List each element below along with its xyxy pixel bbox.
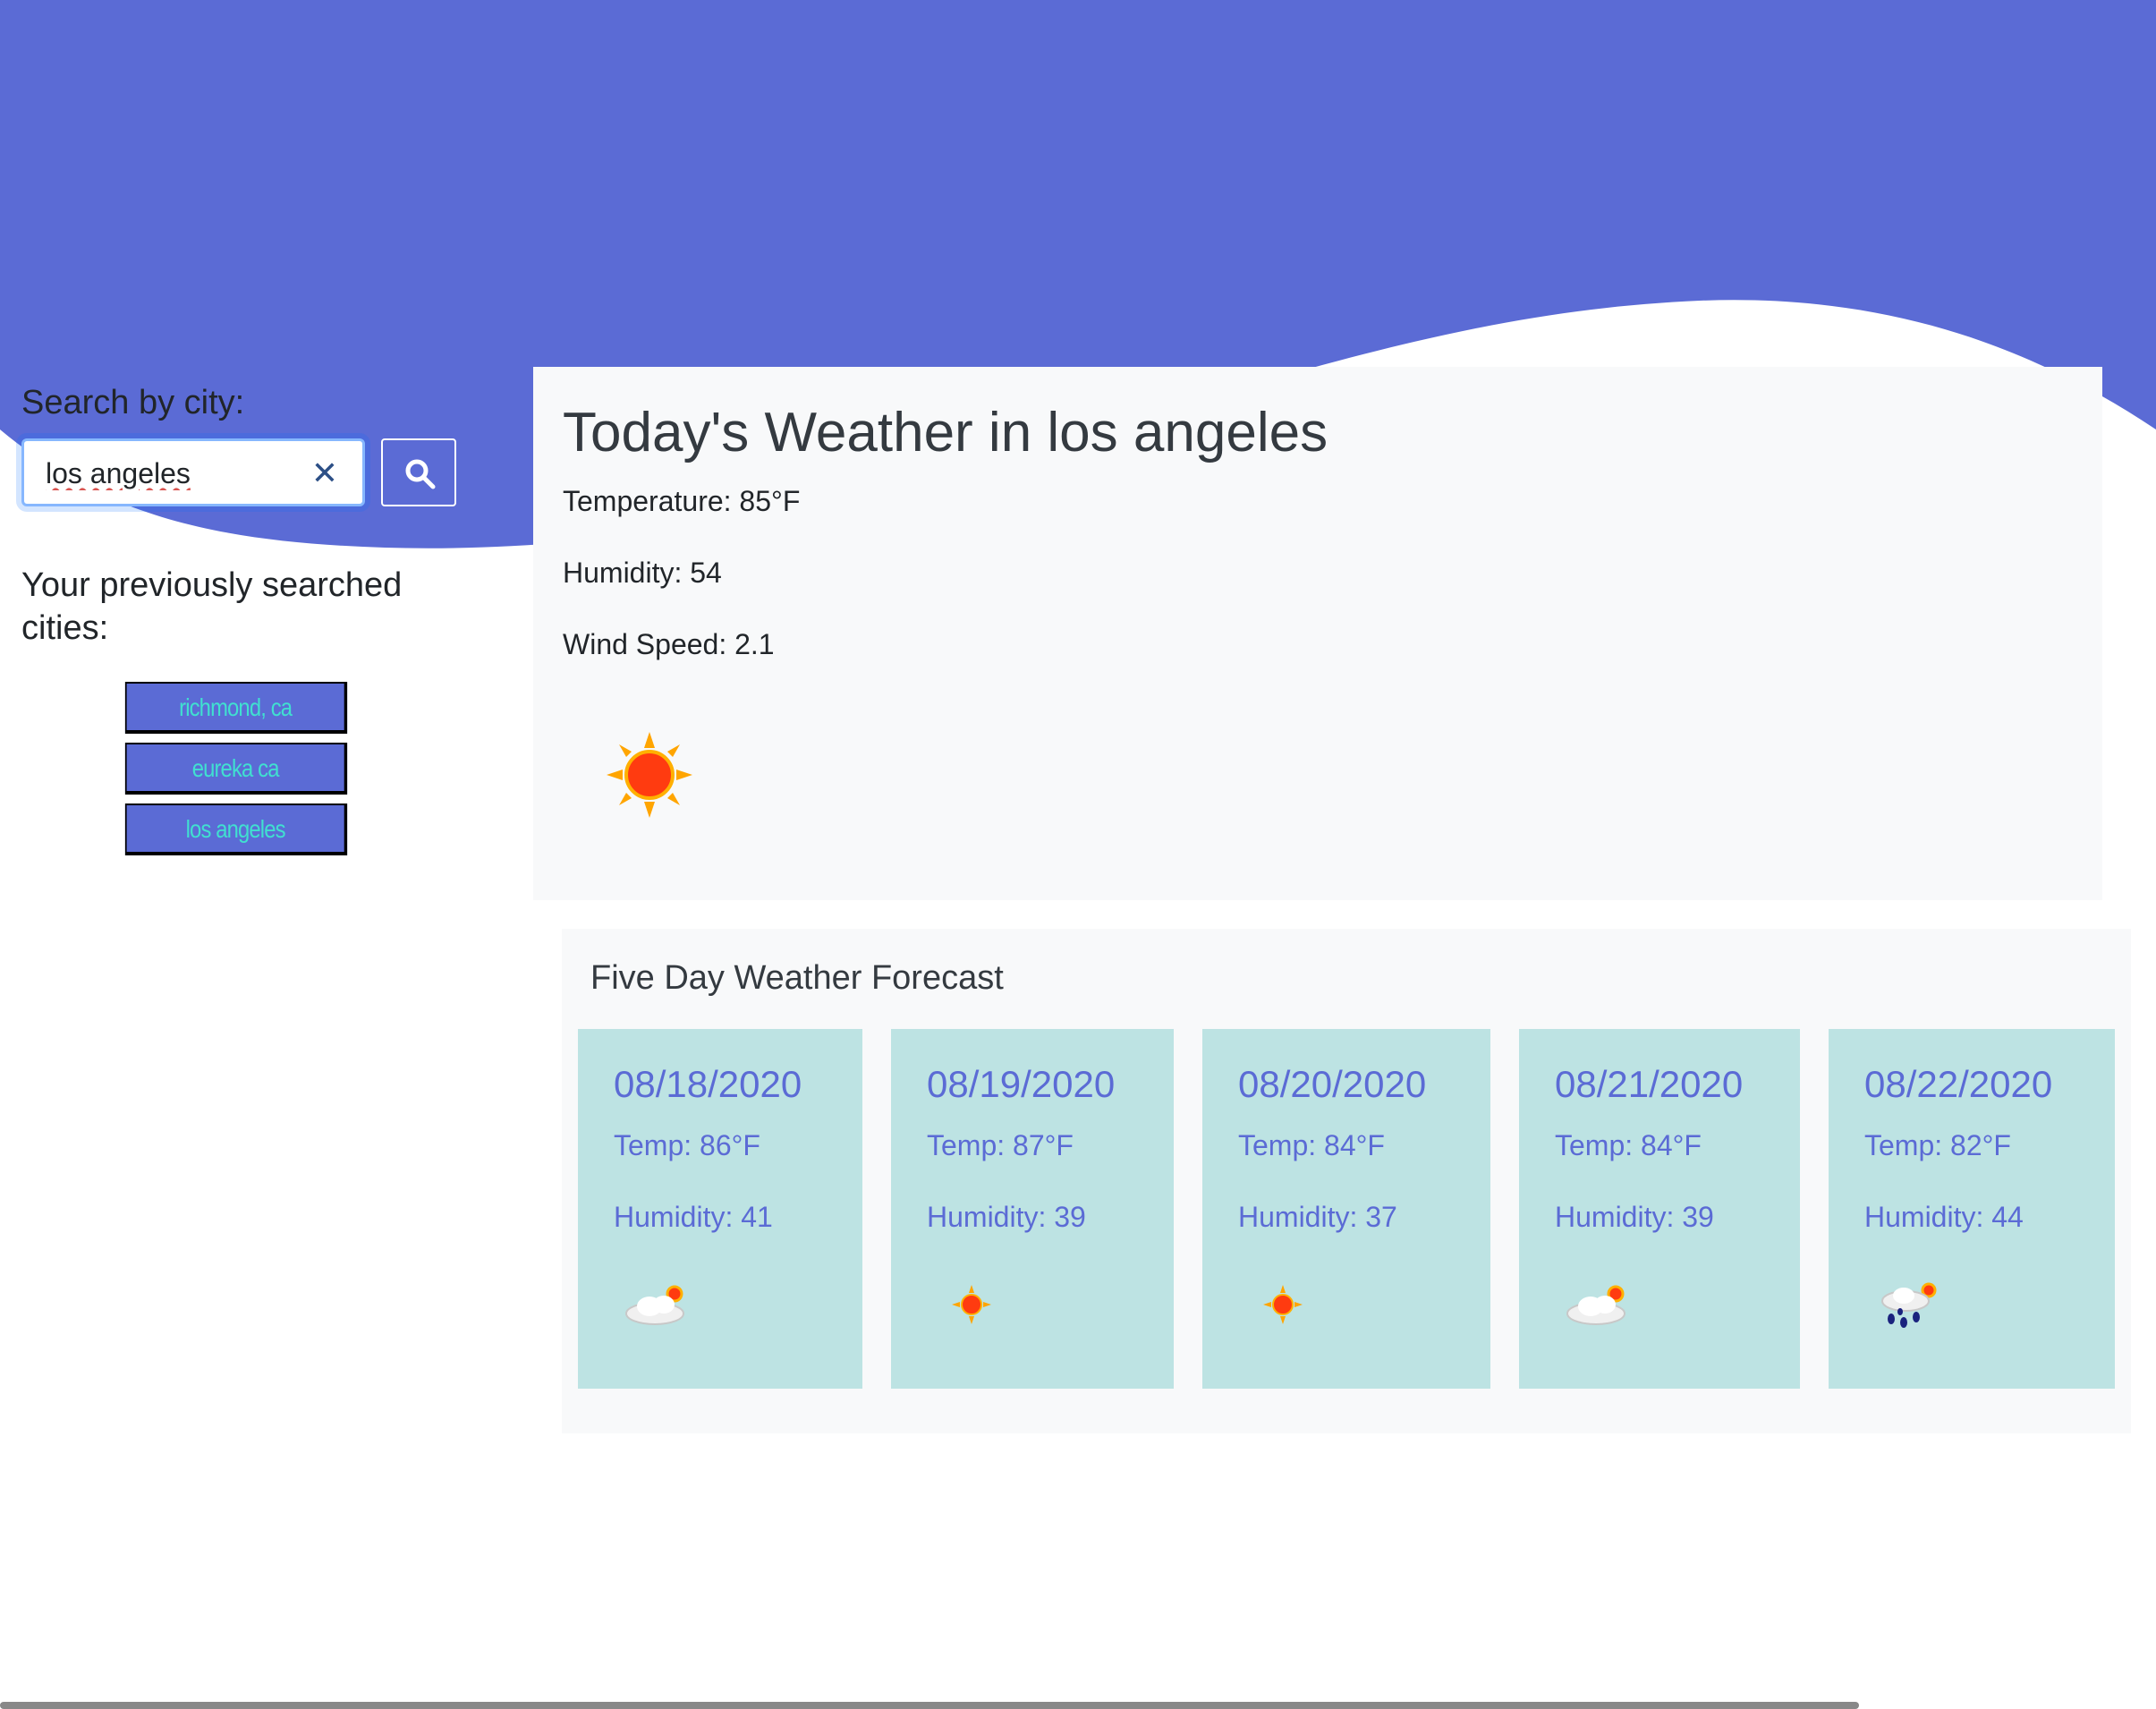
forecast-humidity: Humidity: 39 [927, 1201, 1086, 1233]
forecast-date: 08/19/2020 [927, 1063, 1116, 1105]
forecast-card: 08/18/2020 Temp: 86°F Humidity: 41 [578, 1029, 862, 1389]
today-title: Today's Weather in los angeles [563, 402, 1328, 463]
history-list: richmond, ca eureka ca los angeles [106, 682, 367, 864]
sidebar: Search by city: ✕ Your previously search… [21, 379, 505, 855]
search-input[interactable] [46, 454, 305, 493]
forecast-temp: Temp: 86°F [614, 1129, 760, 1161]
today-wind-speed: Wind Speed: 2.1 [563, 628, 775, 660]
rain-sun-icon [1881, 1282, 1937, 1328]
history-item-los-angeles[interactable]: los angeles [124, 803, 348, 855]
forecast-temp: Temp: 84°F [1238, 1129, 1385, 1161]
forecast-card: 08/20/2020 Temp: 84°F Humidity: 37 [1202, 1029, 1490, 1389]
forecast-title: Five Day Weather Forecast [590, 959, 1004, 997]
forecast-temp: Temp: 87°F [927, 1129, 1074, 1161]
sun-icon [952, 1285, 991, 1324]
forecast-temp: Temp: 84°F [1555, 1129, 1702, 1161]
forecast-date: 08/18/2020 [614, 1063, 802, 1105]
history-item-richmond[interactable]: richmond, ca [124, 682, 348, 734]
forecast-card: 08/21/2020 Temp: 84°F Humidity: 39 [1519, 1029, 1800, 1389]
partly-cloudy-icon [625, 1285, 684, 1325]
forecast-date: 08/20/2020 [1238, 1063, 1427, 1105]
today-humidity: Humidity: 54 [563, 557, 722, 589]
forecast-humidity: Humidity: 44 [1864, 1201, 2024, 1233]
forecast-date: 08/22/2020 [1864, 1063, 2053, 1105]
forecast-humidity: Humidity: 39 [1555, 1201, 1714, 1233]
partly-cloudy-icon [1566, 1285, 1625, 1325]
close-icon[interactable]: ✕ [307, 455, 343, 491]
search-button[interactable] [381, 438, 456, 506]
search-row: ✕ [21, 438, 505, 510]
forecast-temp: Temp: 82°F [1864, 1129, 2011, 1161]
today-weather-card: Today's Weather in los angeles Temperatu… [533, 367, 2102, 900]
forecast-card: 08/22/2020 Temp: 82°F Humidity: 44 [1829, 1029, 2115, 1389]
history-item-eureka[interactable]: eureka ca [124, 743, 348, 795]
horizontal-scrollbar[interactable] [0, 1702, 1859, 1709]
forecast-card: 08/19/2020 Temp: 87°F Humidity: 39 [891, 1029, 1174, 1389]
sun-icon [607, 732, 692, 818]
history-heading: Your previously searched cities: [21, 566, 403, 647]
forecast-date: 08/21/2020 [1555, 1063, 1744, 1105]
search-field[interactable]: ✕ [21, 438, 365, 506]
forecast-humidity: Humidity: 37 [1238, 1201, 1397, 1233]
search-label: Search by city: [21, 384, 245, 421]
today-temperature: Temperature: 85°F [563, 485, 801, 517]
forecast-humidity: Humidity: 41 [614, 1201, 773, 1233]
sun-icon [1263, 1285, 1303, 1324]
search-icon [405, 459, 436, 489]
forecast-section: Five Day Weather Forecast 08/18/2020 Tem… [562, 929, 2131, 1433]
